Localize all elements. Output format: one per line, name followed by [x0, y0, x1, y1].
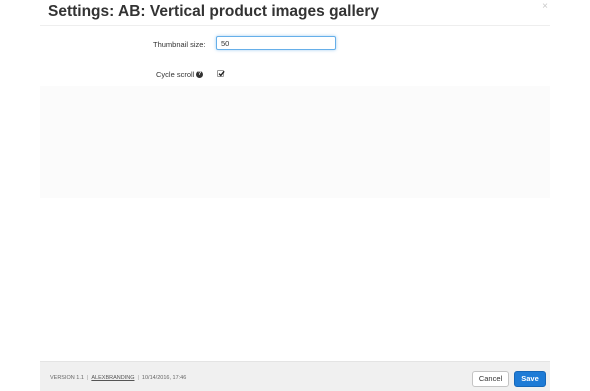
cycle-scroll-label: Cycle scroll: [156, 70, 195, 79]
thumbnail-size-input[interactable]: [216, 36, 336, 50]
cycle-scroll-checkbox[interactable]: [217, 70, 225, 77]
save-button[interactable]: Save: [514, 371, 546, 387]
settings-dialog: Settings: AB: Vertical product images ga…: [0, 0, 590, 391]
footer-separator: |: [137, 375, 139, 381]
cancel-button[interactable]: Cancel: [472, 371, 509, 387]
checkmark-icon: [218, 70, 225, 77]
settings-panel-background: [40, 86, 550, 198]
vendor-link[interactable]: ALEXBRANDING: [91, 375, 134, 381]
close-icon[interactable]: ×: [540, 1, 550, 13]
footer-info: VERSION 1.1 | ALEXBRANDING | 10/14/2016, 17:…: [50, 375, 186, 382]
dialog-footer: VERSION 1.1 | ALEXBRANDING | 10/14/2016, 17:…: [40, 361, 550, 391]
thumbnail-size-label: Thumbnail size:: [153, 40, 206, 49]
timestamp: 10/14/2016, 17:46: [141, 375, 187, 381]
title-divider: [40, 25, 550, 26]
page-title: Settings: AB: Vertical product images ga…: [48, 3, 380, 20]
help-icon[interactable]: ?: [196, 71, 203, 78]
version-label: VERSION 1.1: [50, 375, 84, 381]
footer-separator: |: [86, 375, 89, 381]
